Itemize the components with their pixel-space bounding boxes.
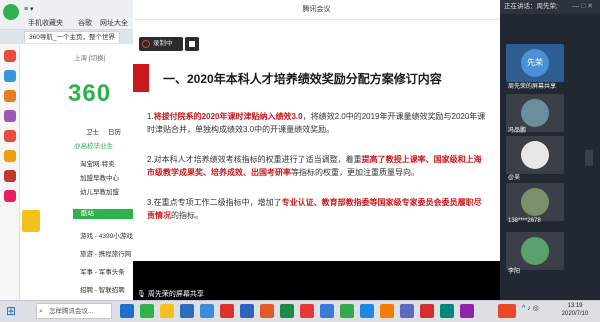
app-icon[interactable] <box>420 304 434 318</box>
app-icon[interactable] <box>400 304 414 318</box>
participant-name: 周先荣的屏幕共享 <box>508 84 557 90</box>
slide-paragraph-1: 1.将拔付院系的2020年课时津贴纳入绩效3.0，将绩效2.0中的2019年开课… <box>147 112 486 134</box>
city-switch[interactable]: 上海 [切换] <box>74 52 105 62</box>
browser-logo-icon <box>3 4 19 20</box>
taskbar-clock[interactable]: 13:19 2020/7/10 <box>552 302 598 318</box>
microphone-icon: 🎙 <box>137 291 146 298</box>
bookmark-mobile[interactable]: 手机收藏夹 <box>28 18 63 28</box>
taskbar-search-box[interactable]: ⌕ 怎样腾讯会议... <box>36 303 112 319</box>
promo-badge-icon[interactable] <box>22 210 40 232</box>
app-icon[interactable] <box>360 304 374 318</box>
section-header: 酷站 <box>73 209 133 219</box>
game-icon[interactable] <box>4 130 16 142</box>
360-logo: 360 <box>68 80 112 107</box>
wechat-hint[interactable]: @高校毕业生 <box>74 140 113 150</box>
recording-label: 录制中 <box>153 40 173 47</box>
word-icon[interactable] <box>240 304 254 318</box>
search-icon: ⌕ <box>39 308 43 315</box>
avatar <box>521 99 549 127</box>
tencent-meeting-taskbar-icon[interactable] <box>200 304 214 318</box>
file-explorer-icon[interactable] <box>160 304 174 318</box>
nav-link-early-edu[interactable]: 加盟早教中心 <box>80 172 119 182</box>
app-icon[interactable] <box>440 304 454 318</box>
screen-share-label: 🎙 周先荣的屏幕共享 <box>137 291 204 298</box>
wechat-icon[interactable] <box>340 304 354 318</box>
speaking-now-label: 正在讲话：周先荣; <box>504 3 558 10</box>
excel-icon[interactable] <box>280 304 294 318</box>
app-icon[interactable] <box>380 304 394 318</box>
360-browser-taskbar-icon[interactable] <box>140 304 154 318</box>
nav-link-games[interactable]: 游戏 - 4399小游戏 <box>80 230 133 240</box>
nav-link-calendar[interactable]: 日历 <box>108 126 121 136</box>
nav-link-guard[interactable]: 卫士 <box>86 126 99 136</box>
participant-name: @吴 <box>508 175 521 181</box>
panel-header: 正在讲话：周先荣; — □ ✕ <box>500 0 600 14</box>
app-icon[interactable] <box>300 304 314 318</box>
browser-window-controls: ≡ ▾ <box>24 6 34 13</box>
music-icon[interactable] <box>4 170 16 182</box>
avatar <box>521 237 549 265</box>
participant-name: 李阳 <box>508 269 521 275</box>
windows-start-icon[interactable]: ⊞ <box>6 304 20 318</box>
browser-tab-360nav[interactable]: 360导航_一个主页，整个世界 <box>24 31 120 43</box>
news-icon[interactable] <box>4 70 16 82</box>
nav-link-early-edu-2[interactable]: 幼儿早教加盟 <box>80 186 119 196</box>
participant-tile[interactable] <box>506 136 564 174</box>
participant-tile[interactable]: 先荣 <box>506 44 564 82</box>
app-icon[interactable] <box>320 304 334 318</box>
system-tray-icons[interactable]: ^ ♪ ◎ <box>522 304 539 312</box>
record-icon <box>142 40 150 48</box>
collapse-panel-button[interactable] <box>585 150 593 166</box>
tab-label: 360导航_一个主页，整个世界 <box>29 34 115 41</box>
nav-link-jobs[interactable]: 招聘 - 智联招聘 <box>80 284 125 294</box>
search-text: 怎样腾讯会议... <box>49 308 94 315</box>
meeting-title-bar: 腾讯会议 <box>133 0 500 20</box>
nav-link-taobao[interactable]: 淘宝网·特卖 <box>80 158 115 168</box>
clock-date: 2020/7/10 <box>561 311 589 317</box>
nav-link-military[interactable]: 军事 - 军事头条 <box>80 266 125 276</box>
participant-name: 138****2678 <box>508 218 541 224</box>
task-view-icon[interactable] <box>120 304 134 318</box>
nav-link-travel[interactable]: 旅游 - 携程旅行网 <box>80 248 131 258</box>
stop-recording-button[interactable] <box>185 37 199 51</box>
app-icon[interactable] <box>180 304 194 318</box>
avatar <box>521 188 549 216</box>
recording-indicator[interactable]: 录制中 <box>139 37 183 51</box>
participant-tile[interactable] <box>506 232 564 270</box>
app-icon[interactable] <box>220 304 234 318</box>
panel-window-controls[interactable]: — □ ✕ <box>572 2 593 10</box>
participants-panel: 正在讲话：周先荣; — □ ✕ 先荣 周先荣的屏幕共享 冯品鹏 @吴 138**… <box>500 0 600 300</box>
slide-paragraph-3: 3.在重点专项工作二级指标中，增加了专业认证、教育部教指委等国家级专家委员会委员… <box>147 198 482 220</box>
shared-slide: 一、2020年本科人才培养绩效奖励分配方案修订内容 1.将拔付院系的2020年课… <box>133 58 500 261</box>
browser-sidebar <box>0 44 20 300</box>
avatar <box>521 141 549 169</box>
shop-icon[interactable] <box>4 90 16 102</box>
clock-time: 13:19 <box>567 303 583 309</box>
live-icon[interactable] <box>4 190 16 202</box>
slide-title: 一、2020年本科人才培养绩效奖励分配方案修订内容 <box>163 72 442 86</box>
stop-icon <box>189 41 195 47</box>
avatar: 先荣 <box>521 49 549 77</box>
slide-title-accent <box>133 64 149 92</box>
participant-tile[interactable] <box>506 183 564 221</box>
bookmark-google[interactable]: 谷歌 <box>78 18 92 28</box>
sogou-input-icon[interactable] <box>498 304 516 318</box>
participant-name: 冯品鹏 <box>508 128 527 134</box>
slide-paragraph-2: 2.对本科人才培养绩效考核指标的权重进行了适当调整，着重提高了教授上课率、国家级… <box>147 155 482 177</box>
bookmark-directory[interactable]: 网址大全 <box>100 18 128 28</box>
weibo-icon[interactable] <box>4 50 16 62</box>
mail-icon[interactable] <box>4 150 16 162</box>
window-title: 腾讯会议 <box>302 6 331 13</box>
meeting-window: 腾讯会议 录制中 一、2020年本科人才培养绩效奖励分配方案修订内容 1.将拔付… <box>133 0 500 300</box>
video-icon[interactable] <box>4 110 16 122</box>
powerpoint-icon[interactable] <box>260 304 274 318</box>
app-icon[interactable] <box>460 304 474 318</box>
